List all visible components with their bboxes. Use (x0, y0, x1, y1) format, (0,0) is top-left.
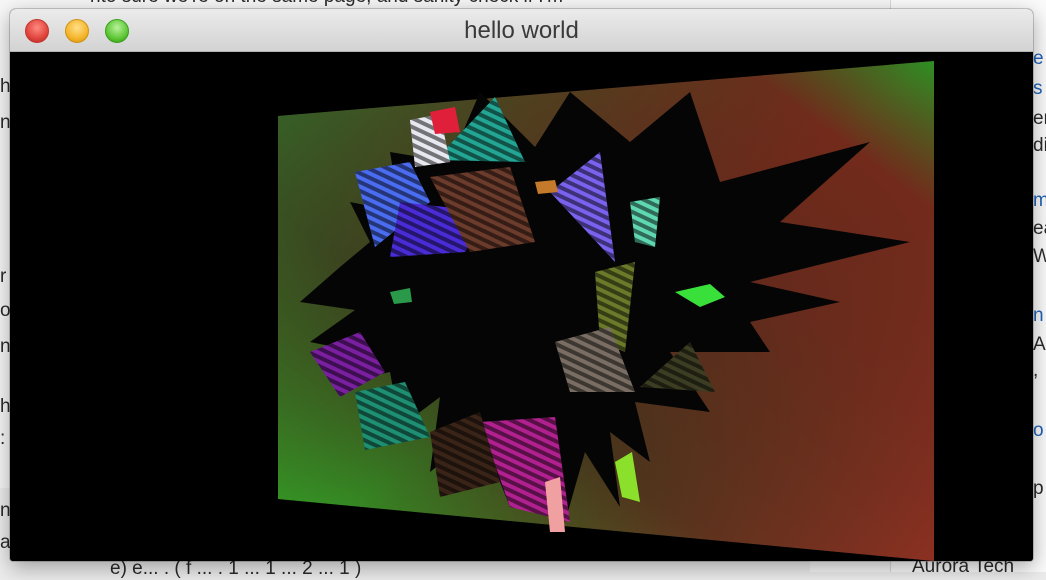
background-left-fragment: h (0, 76, 11, 97)
render-canvas[interactable] (10, 52, 1033, 561)
background-right-fragment: e (1033, 48, 1044, 69)
background-right-fragment: m (1033, 190, 1046, 211)
background-right-fragment: er (1033, 108, 1046, 129)
background-top-line: nto sure we're on the same page, and san… (90, 0, 563, 8)
background-right-fragment: p (1033, 478, 1044, 499)
rendered-scene (278, 61, 934, 561)
background-right-fragment: ea (1033, 218, 1046, 239)
background-left-fragment: h (0, 396, 11, 417)
background-left-fragment: n (0, 336, 11, 357)
background-right-fragment: di (1033, 135, 1046, 156)
window-title: hello world (464, 17, 579, 44)
background-left-fragment: o (0, 300, 11, 321)
background-left-fragment: : (0, 428, 6, 449)
background-right-fragment: n (1033, 305, 1044, 326)
app-window: hello world (10, 9, 1033, 561)
background-right-fragment: , (1033, 360, 1039, 381)
background-right-fragment: A (1033, 334, 1046, 355)
background-right-fragment: o (1033, 420, 1044, 441)
background-right-fragment: s (1033, 78, 1043, 99)
background-bottom-line: e) e... . ( f ... . 1 ... 1 ... 2 ... 1 … (110, 558, 362, 579)
background-left-fragment: n (0, 112, 11, 133)
background-right-fragment: W (1033, 246, 1046, 267)
background-left-fragment: n (0, 500, 11, 521)
background-left-fragment: a (0, 532, 11, 553)
background-left-fragment: r (0, 266, 7, 287)
title-bar[interactable]: hello world (10, 9, 1033, 52)
orange-bits (535, 180, 558, 194)
